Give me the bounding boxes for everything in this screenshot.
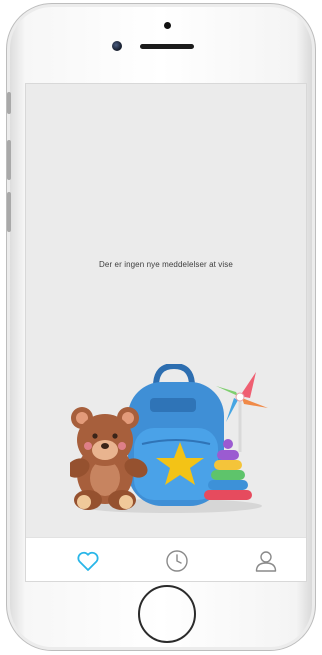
proximity-sensor [164,22,171,29]
earpiece-speaker [140,44,194,49]
empty-state-message: Der er ingen nye meddelelser at vise [99,260,233,269]
volume-up-button [7,140,11,180]
tab-profile[interactable] [252,547,280,575]
clock-icon [166,549,188,572]
tab-favorites[interactable] [74,547,102,575]
heart-icon [77,551,99,571]
volume-down-button [7,192,11,232]
user-icon [255,550,277,572]
app-screen: Der er ingen nye meddelelser at vise [25,83,307,582]
tab-history[interactable] [163,547,191,575]
bottom-tab-bar [26,537,306,581]
front-camera [112,41,122,51]
mute-switch [7,92,11,114]
empty-state-illustration [70,364,268,513]
home-button[interactable] [138,585,196,643]
